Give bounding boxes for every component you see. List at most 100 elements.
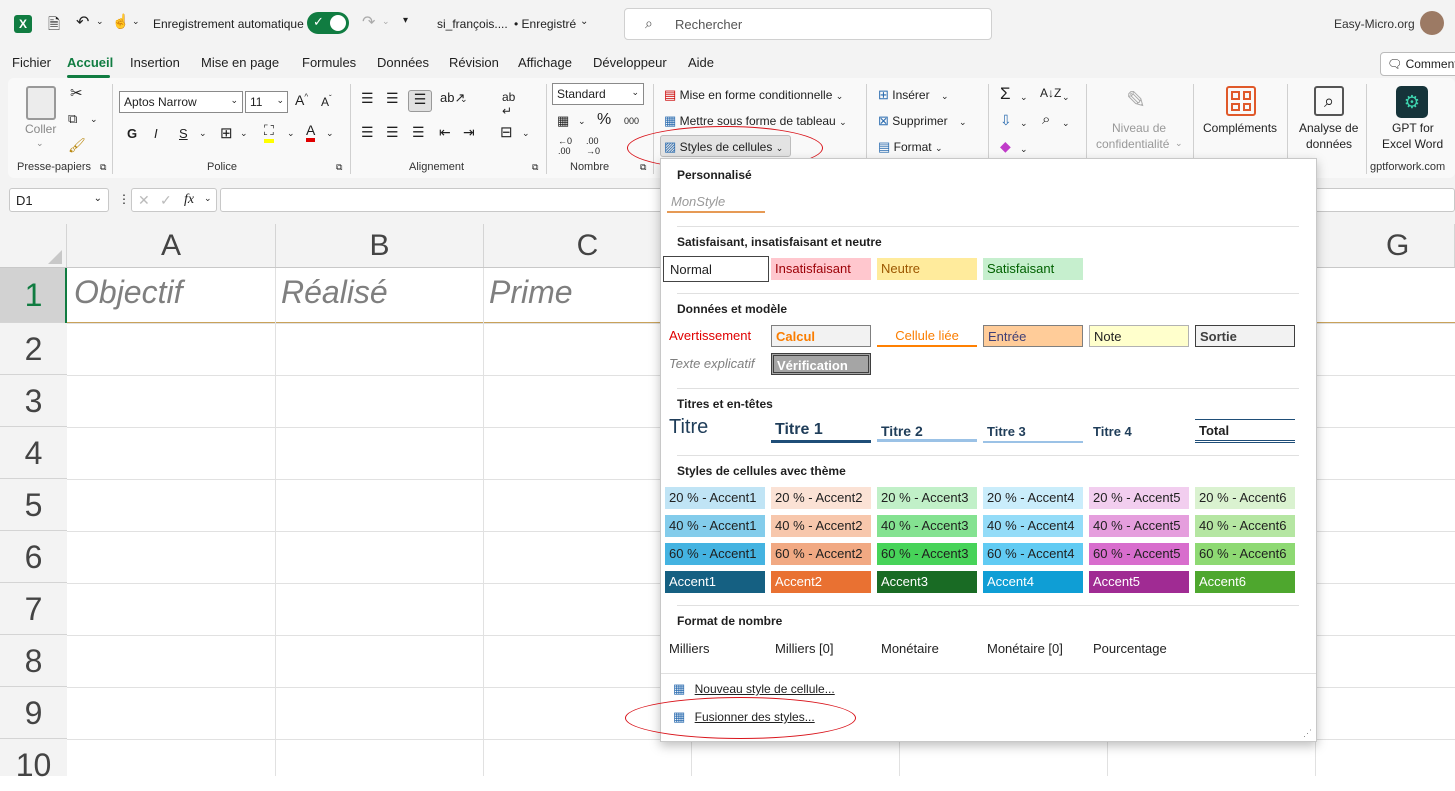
touch-dropdown-icon[interactable]: ⌄ (132, 16, 140, 27)
merge-center-icon[interactable]: ⊟ (500, 123, 513, 141)
enter-icon[interactable]: ✓ (160, 192, 172, 209)
copy-dropdown-icon[interactable]: ⌄ (90, 114, 98, 125)
fill-down-icon[interactable]: ⇩ (1000, 112, 1012, 129)
tab-fichier[interactable]: Fichier (12, 55, 51, 70)
style-20-accent6[interactable]: 20 % - Accent6 (1195, 487, 1295, 509)
style-satisfaisant[interactable]: Satisfaisant (983, 258, 1083, 280)
style-60-accent2[interactable]: 60 % - Accent2 (771, 543, 871, 565)
style-avertissement[interactable]: Avertissement (665, 325, 765, 347)
paste-chevron-icon[interactable]: ⌄ (36, 138, 44, 149)
cancel-icon[interactable]: ✕ (138, 192, 150, 209)
clipboard-launcher-icon[interactable]: ⧉ (100, 162, 106, 173)
tab-donnees[interactable]: Données (377, 55, 429, 70)
find-dropdown-icon[interactable]: ⌄ (1062, 118, 1070, 129)
style-calcul[interactable]: Calcul (771, 325, 871, 347)
row-header-5[interactable]: 5 (0, 479, 67, 531)
style-20-accent3[interactable]: 20 % - Accent3 (877, 487, 977, 509)
grow-font-icon[interactable]: A^ (295, 92, 308, 108)
column-header-a[interactable]: A (67, 224, 276, 268)
undo-dropdown-icon[interactable]: ⌄ (96, 16, 104, 27)
bold-icon[interactable]: G (127, 126, 137, 141)
font-name-combo[interactable]: Aptos Narrow ⌄ (119, 91, 243, 113)
style-accent6[interactable]: Accent6 (1195, 571, 1295, 593)
decrease-decimal-icon[interactable]: .00 →0 (586, 136, 600, 156)
addins-icon[interactable] (1226, 86, 1256, 116)
align-right-icon[interactable]: ☰ (412, 124, 425, 141)
copy-icon[interactable]: ⧉ (68, 111, 77, 127)
style-insatisfaisant[interactable]: Insatisfaisant (771, 258, 871, 280)
column-header-g[interactable]: G (1316, 224, 1455, 268)
row-header-3[interactable]: 3 (0, 375, 67, 427)
style-titre-2[interactable]: Titre 2 (877, 420, 977, 442)
thousands-icon[interactable]: 000 (624, 116, 639, 126)
merge-dropdown-icon[interactable]: ⌄ (522, 128, 530, 139)
saved-status[interactable]: • Enregistré (514, 17, 576, 31)
tab-affichage[interactable]: Affichage (518, 55, 572, 70)
style-accent3[interactable]: Accent3 (877, 571, 977, 593)
autosum-dropdown-icon[interactable]: ⌄ (1020, 92, 1028, 103)
style-cellule-liee[interactable]: Cellule liée (877, 325, 977, 347)
autosum-icon[interactable]: Σ (1000, 84, 1011, 104)
number-format-combo[interactable]: Standard ⌄ (552, 83, 644, 105)
align-middle-icon[interactable]: ☰ (386, 90, 399, 107)
tab-formules[interactable]: Formules (302, 55, 356, 70)
gpt-label-2[interactable]: Excel Word (1382, 137, 1443, 151)
borders-icon[interactable]: ⊞ (220, 124, 233, 142)
accounting-format-icon[interactable]: ▦ (557, 113, 569, 129)
style-titre[interactable]: Titre (665, 415, 765, 445)
fill-dropdown-icon[interactable]: ⌄ (1020, 118, 1028, 129)
paste-icon[interactable] (26, 86, 56, 120)
style-sortie[interactable]: Sortie (1195, 325, 1295, 347)
new-cell-style-command[interactable]: ▦ Nouveau style de cellule... (673, 681, 835, 697)
sort-filter-icon[interactable]: A↓Z (1040, 86, 1061, 100)
row-header-7[interactable]: 7 (0, 583, 67, 635)
clear-dropdown-icon[interactable]: ⌄ (1020, 144, 1028, 155)
style-60-accent1[interactable]: 60 % - Accent1 (665, 543, 765, 565)
style-neutre[interactable]: Neutre (877, 258, 977, 280)
account-name[interactable]: Easy-Micro.org (1334, 17, 1415, 31)
sensitivity-icon[interactable]: ✎ (1126, 86, 1146, 115)
increase-decimal-icon[interactable]: ←0.00 (558, 136, 572, 156)
autosave-toggle[interactable]: ✓ (307, 12, 349, 34)
style-monetaire-0[interactable]: Monétaire [0] (983, 638, 1083, 660)
tab-aide[interactable]: Aide (688, 55, 714, 70)
analyze-label-2[interactable]: données (1306, 137, 1352, 151)
row-header-8[interactable]: 8 (0, 635, 67, 687)
row-header-6[interactable]: 6 (0, 531, 67, 583)
style-40-accent2[interactable]: 40 % - Accent2 (771, 515, 871, 537)
style-texte-explicatif[interactable]: Texte explicatif (665, 353, 765, 375)
style-60-accent6[interactable]: 60 % - Accent6 (1195, 543, 1295, 565)
shrink-font-icon[interactable]: Aˇ (321, 94, 332, 109)
format-painter-icon[interactable]: 🖌 (68, 137, 86, 154)
font-color-dropdown-icon[interactable]: ⌄ (326, 128, 334, 139)
style-monetaire[interactable]: Monétaire (877, 638, 977, 660)
style-20-accent2[interactable]: 20 % - Accent2 (771, 487, 871, 509)
cell-a1[interactable]: Objectif (74, 274, 182, 311)
sensitivity-chevron-icon[interactable]: ⌄ (1175, 138, 1183, 149)
file-name[interactable]: si_françois.... (437, 17, 508, 31)
fill-color-icon[interactable]: ⛶ (264, 122, 274, 143)
cell-c1[interactable]: Prime (489, 274, 573, 311)
undo-icon[interactable]: ↶ (76, 12, 89, 32)
delete-cells-button[interactable]: ⊠ Supprimer ⌄ (878, 113, 967, 129)
style-milliers-0[interactable]: Milliers [0] (771, 638, 871, 660)
underline-icon[interactable]: S (179, 126, 188, 141)
wrap-text-icon[interactable]: ab ↵ (502, 90, 515, 118)
fill-dropdown-icon[interactable]: ⌄ (287, 128, 295, 139)
sensitivity-label-2[interactable]: confidentialité (1096, 137, 1169, 151)
style-40-accent3[interactable]: 40 % - Accent3 (877, 515, 977, 537)
style-40-accent1[interactable]: 40 % - Accent1 (665, 515, 765, 537)
align-center-icon[interactable]: ☰ (386, 124, 399, 141)
style-entree[interactable]: Entrée (983, 325, 1083, 347)
style-titre-4[interactable]: Titre 4 (1089, 421, 1189, 443)
sensitivity-label-1[interactable]: Niveau de (1112, 121, 1166, 135)
orientation-dropdown-icon[interactable]: ⌄ (460, 94, 468, 105)
style-titre-1[interactable]: Titre 1 (771, 418, 871, 443)
align-bottom-icon[interactable]: ☰ (408, 90, 432, 112)
font-launcher-icon[interactable]: ⧉ (336, 162, 342, 173)
alignment-launcher-icon[interactable]: ⧉ (532, 162, 538, 173)
decrease-indent-icon[interactable]: ⇤ (439, 124, 451, 141)
name-box[interactable]: D1 ⌄ (9, 188, 109, 212)
percent-icon[interactable]: % (597, 111, 611, 129)
increase-indent-icon[interactable]: ⇥ (463, 124, 475, 141)
